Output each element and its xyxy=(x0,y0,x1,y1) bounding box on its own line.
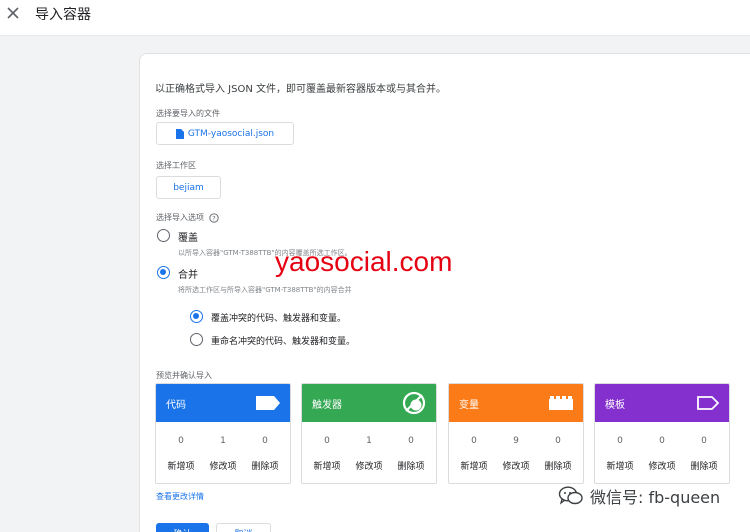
triggers-deleted-stat: 0 删除项 xyxy=(397,436,425,472)
variables-modified-stat: 9 修改项 xyxy=(502,436,530,472)
tags-tile-header: 代码 xyxy=(156,384,290,422)
wechat-watermark: 微信号: fb-queen xyxy=(558,484,720,508)
file-select-button[interactable]: GTM-yaosocial.json xyxy=(156,122,294,145)
merge-overwrite-conflicts-radio[interactable] xyxy=(190,310,203,323)
overwrite-radio[interactable] xyxy=(157,229,170,242)
merge-option-title: 合并 xyxy=(178,270,198,281)
workspace-section-label: 选择工作区 xyxy=(156,161,196,170)
merge-option-subtitle: 将所选工作区与所导入容器"GTM-T388TTB"的内容合并 xyxy=(178,286,352,294)
variables-tile-header: 变量 xyxy=(449,384,583,422)
svg-text:?: ? xyxy=(212,214,215,222)
tags-modified-stat: 1 修改项 xyxy=(209,436,237,472)
variables-new-stat: 0 新增项 xyxy=(460,436,488,472)
triggers-modified-stat: 1 修改项 xyxy=(355,436,383,472)
close-icon[interactable] xyxy=(6,6,20,20)
templates-summary-tile: 模板 0 新增项 0 修改项 0 删除项 xyxy=(594,383,730,484)
file-section-label: 选择要导入的文件 xyxy=(156,109,220,118)
templates-new-stat: 0 新增项 xyxy=(606,436,634,472)
confirm-button[interactable]: 确认 xyxy=(156,523,209,532)
help-icon[interactable]: ? xyxy=(209,212,219,223)
import-options-label: 选择导入选项 xyxy=(156,213,204,222)
variables-tile-title: 变量 xyxy=(459,399,479,411)
templates-tile-title: 模板 xyxy=(605,399,625,411)
wechat-icon xyxy=(558,486,583,505)
triggers-tile-header: 触发器 xyxy=(302,384,436,422)
overwrite-option-title: 覆盖 xyxy=(178,233,198,244)
file-icon xyxy=(175,128,184,139)
tags-deleted-stat: 0 删除项 xyxy=(251,436,279,472)
merge-rename-conflicts-radio[interactable] xyxy=(190,333,203,346)
import-card: 以正确格式导入 JSON 文件，即可覆盖最新容器版本或与其合并。 选择要导入的文… xyxy=(139,53,750,532)
wechat-label: 微信号: fb-queen xyxy=(590,488,721,507)
triggers-tile-title: 触发器 xyxy=(312,399,342,411)
top-bar: 导入容器 xyxy=(0,0,750,36)
file-name: GTM-yaosocial.json xyxy=(187,128,275,139)
import-options-header: 选择导入选项 ? xyxy=(156,212,219,223)
template-icon xyxy=(697,396,719,410)
variables-deleted-stat: 0 删除项 xyxy=(544,436,572,472)
tags-summary-tile: 代码 0 新增项 1 修改项 0 删除项 xyxy=(155,383,291,484)
tags-new-stat: 0 新增项 xyxy=(167,436,195,472)
view-change-details-link[interactable]: 查看更改详情 xyxy=(156,491,204,502)
variables-summary-tile: 变量 0 新增项 9 修改项 0 删除项 xyxy=(448,383,584,484)
preview-label: 预览并确认导入 xyxy=(156,371,212,380)
tags-tile-title: 代码 xyxy=(166,399,186,411)
page-title: 导入容器 xyxy=(35,7,91,23)
templates-tile-header: 模板 xyxy=(595,384,729,422)
workspace-name: bejiam xyxy=(173,182,204,193)
triggers-summary-tile: 触发器 0 新增项 1 修改项 0 删除项 xyxy=(301,383,437,484)
triggers-new-stat: 0 新增项 xyxy=(313,436,341,472)
watermark-text: yaosocial.com xyxy=(275,246,453,277)
merge-rename-conflicts-label: 重命名冲突的代码、触发器和变量。 xyxy=(211,337,356,347)
templates-deleted-stat: 0 删除项 xyxy=(690,436,718,472)
cancel-button[interactable]: 取消 xyxy=(216,523,271,532)
tag-icon xyxy=(256,396,280,410)
workspace-select-button[interactable]: bejiam xyxy=(156,176,221,199)
import-description: 以正确格式导入 JSON 文件，即可覆盖最新容器版本或与其合并。 xyxy=(155,84,447,95)
merge-radio[interactable] xyxy=(157,266,170,279)
variable-blocks-icon xyxy=(549,396,573,410)
templates-modified-stat: 0 修改项 xyxy=(648,436,676,472)
trigger-icon xyxy=(402,391,426,415)
merge-overwrite-conflicts-label: 覆盖冲突的代码、触发器和变量。 xyxy=(211,314,347,324)
